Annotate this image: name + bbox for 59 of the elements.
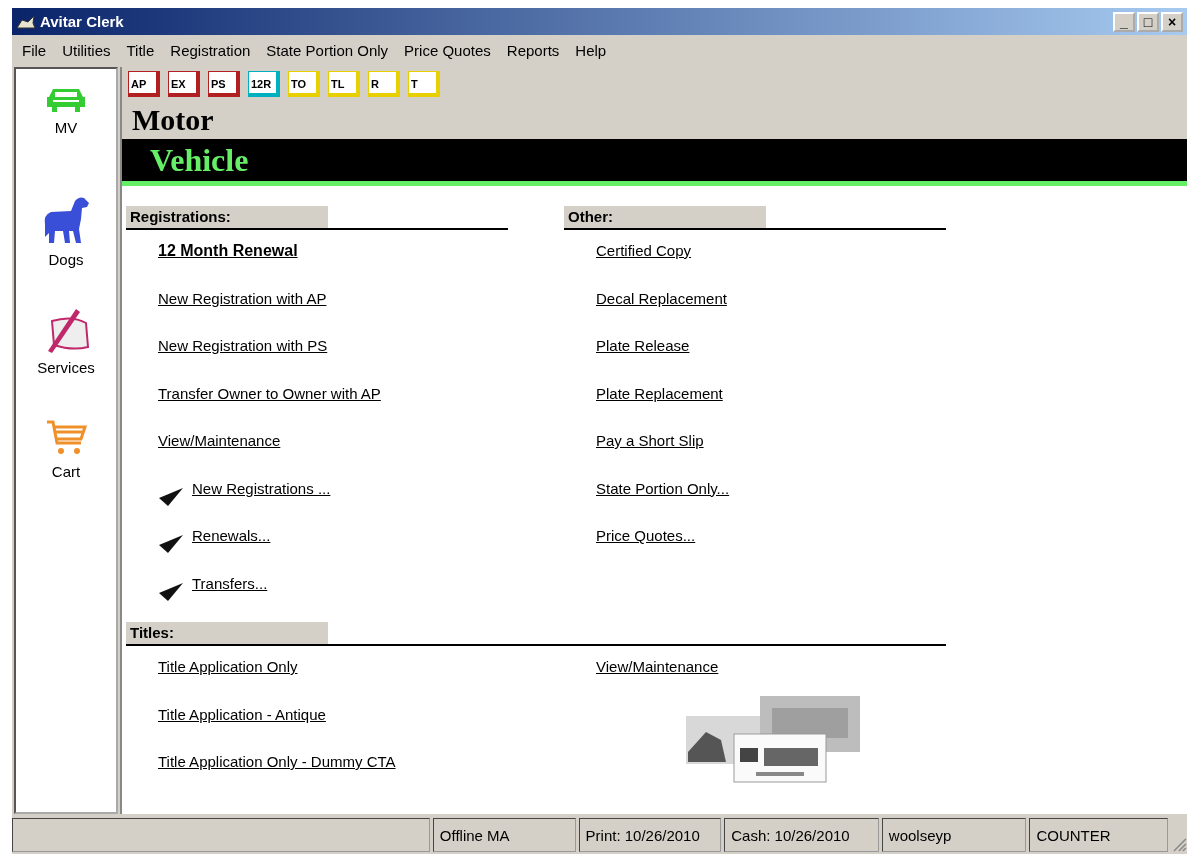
toolbar-button[interactable]: EX <box>168 71 200 97</box>
link[interactable]: Pay a Short Slip <box>596 432 704 449</box>
toolbar-button[interactable]: PS <box>208 71 240 97</box>
menu-item[interactable]: State Portion Only <box>258 41 397 59</box>
link[interactable]: Plate Release <box>596 337 690 354</box>
toolbar-button[interactable]: R <box>368 71 400 97</box>
link[interactable]: Price Quotes... <box>596 527 696 544</box>
status-text: COUNTER <box>1029 818 1169 852</box>
section-header: Titles: <box>126 622 328 644</box>
menu-item[interactable]: Reports <box>498 41 568 59</box>
cart-icon <box>45 419 87 457</box>
sidebar-item[interactable]: Services <box>29 303 103 401</box>
toolbar-button[interactable]: 12R <box>248 71 280 97</box>
maximize-button[interactable]: □ <box>1137 11 1159 32</box>
link[interactable]: Plate Replacement <box>596 384 723 402</box>
link[interactable]: Title Application Only <box>158 658 298 675</box>
sidebar-item[interactable]: Dogs <box>33 191 99 289</box>
status-text: woolseyp <box>881 818 1027 852</box>
resize-grip-icon <box>1171 836 1187 852</box>
link[interactable]: Title Application Only - Dummy CTA <box>158 753 396 770</box>
close-button[interactable]: × <box>1161 11 1183 32</box>
toolbar-button[interactable]: AP <box>128 71 160 97</box>
menu-item[interactable]: Utilities <box>54 41 119 59</box>
arrow-icon <box>158 580 184 603</box>
link[interactable]: Renewals... <box>192 527 271 544</box>
page-title: Motor <box>131 102 215 138</box>
minimize-button[interactable]: _ <box>1113 11 1135 32</box>
link[interactable]: Title Application - Antique <box>158 705 326 723</box>
link[interactable]: Transfers... <box>192 574 268 592</box>
toolbar-button[interactable]: T <box>408 71 440 97</box>
toolbar-button[interactable]: TL <box>328 71 360 97</box>
page-subtitle: Vehicle <box>150 141 249 179</box>
link[interactable]: 12 Month Renewal <box>158 242 298 260</box>
sidebar-item[interactable]: MV <box>37 79 95 177</box>
section-header: Other: <box>564 206 766 228</box>
status-text: Cash: 10/26/2010 <box>724 818 879 852</box>
menu-item[interactable]: Help <box>567 41 615 59</box>
menu-item[interactable]: File <box>14 41 55 59</box>
arrow-icon <box>158 533 184 555</box>
menu-item[interactable]: Price Quotes <box>396 41 499 59</box>
link[interactable]: State Portion Only... <box>596 479 730 497</box>
link[interactable]: New Registration with AP <box>158 289 327 307</box>
sidebar-item[interactable]: Cart <box>37 415 95 513</box>
status-text: Print: 10/26/2010 <box>578 818 722 852</box>
menu-item[interactable]: Registration <box>162 41 259 59</box>
section-header: Registrations: <box>126 206 328 228</box>
app-icon <box>16 13 36 30</box>
link[interactable]: New Registration with PS <box>158 337 328 354</box>
link[interactable]: View/Maintenance <box>158 432 281 449</box>
link[interactable]: Certified Copy <box>596 242 692 259</box>
link[interactable]: Transfer Owner to Owner with AP <box>158 384 381 402</box>
link[interactable]: New Registrations ... <box>192 479 331 497</box>
link[interactable]: View/Maintenance <box>596 658 719 675</box>
toolbar-button[interactable]: TO <box>288 71 320 97</box>
menu-item[interactable]: Title <box>118 41 163 59</box>
window-title: Avitar Clerk <box>40 13 124 30</box>
link[interactable]: Decal Replacement <box>596 289 727 307</box>
status-text: Offline MA <box>432 818 576 852</box>
arrow-icon <box>158 485 184 508</box>
